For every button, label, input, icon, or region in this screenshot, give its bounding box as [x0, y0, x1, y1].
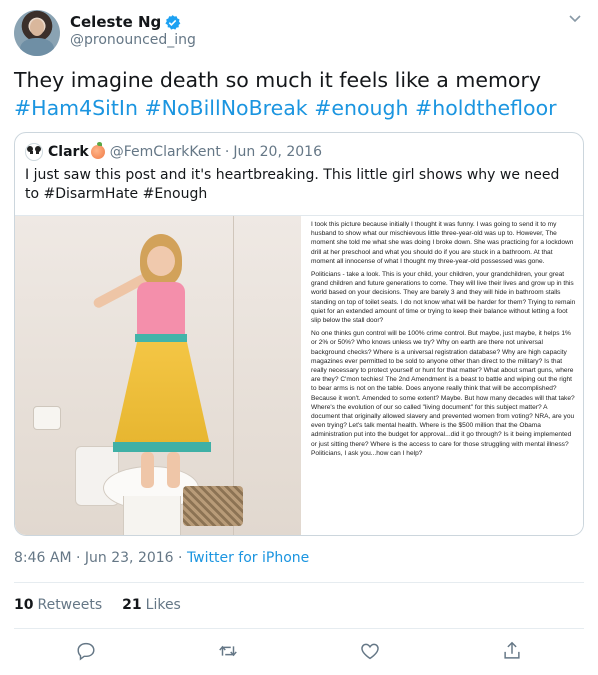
- hashtag-link[interactable]: #Ham4SitIn: [14, 96, 138, 120]
- quoted-author-handle: @FemClarkKent: [109, 144, 221, 160]
- screenshot-article-text: I took this picture because initially I …: [311, 220, 577, 534]
- peach-emoji-icon: [90, 142, 105, 159]
- quoted-tweet-media[interactable]: I took this picture because initially I …: [15, 215, 583, 535]
- tweet-date[interactable]: Jun 23, 2016: [85, 550, 174, 566]
- hashtag-link[interactable]: #NoBillNoBreak: [144, 96, 307, 120]
- toilet-paper-roll: [33, 406, 61, 430]
- share-icon[interactable]: [501, 640, 523, 662]
- article-paragraph: Politicians - take a look. This is your …: [311, 271, 576, 325]
- tweet-text-body: They imagine death so much it feels like…: [14, 68, 542, 92]
- quoted-author-name: Clark: [48, 144, 89, 160]
- tweet-header: Celeste Ng @pronounced_ing: [14, 10, 584, 56]
- retweet-icon[interactable]: [217, 640, 239, 662]
- verified-badge-icon: [165, 14, 181, 30]
- article-paragraph: I took this picture because initially I …: [311, 221, 574, 265]
- meta-separator: ·: [178, 550, 183, 566]
- quoted-date: Jun 20, 2016: [233, 144, 322, 160]
- tweet-text: They imagine death so much it feels like…: [14, 66, 584, 122]
- retweets-label: Retweets: [37, 597, 103, 613]
- article-paragraph: No one thinks gun control will be 100% c…: [311, 330, 575, 457]
- tweet-actions: [0, 640, 598, 666]
- avatar-shirt: [20, 38, 54, 56]
- quoted-tweet-card[interactable]: Clark @FemClarkKent · Jun 20, 2016 I jus…: [14, 132, 584, 536]
- reply-icon[interactable]: [75, 640, 97, 662]
- tweet-stats: 10 Retweets 21 Likes: [14, 597, 201, 613]
- likes-stat[interactable]: 21 Likes: [122, 597, 181, 613]
- author-handle[interactable]: @pronounced_ing: [70, 32, 196, 48]
- tweet-metadata: 8:46 AM · Jun 23, 2016 · Twitter for iPh…: [14, 550, 309, 566]
- girl-on-toilet-photo: [15, 216, 301, 535]
- retweets-stat[interactable]: 10 Retweets: [14, 597, 102, 613]
- tweet-time[interactable]: 8:46 AM: [14, 550, 72, 566]
- retweets-count: 10: [14, 597, 34, 613]
- chevron-down-icon[interactable]: [568, 14, 582, 24]
- likes-count: 21: [122, 597, 142, 613]
- author-name-row: Celeste Ng: [70, 13, 181, 31]
- meta-separator: ·: [76, 550, 81, 566]
- author-avatar[interactable]: [14, 10, 60, 56]
- quoted-tweet-text: I just saw this post and it's heartbreak…: [25, 167, 560, 202]
- avatar-face: [30, 19, 44, 36]
- hashtag-link[interactable]: #enough: [314, 96, 408, 120]
- quoted-tweet-header: Clark @FemClarkKent · Jun 20, 2016: [25, 142, 322, 161]
- like-icon[interactable]: [359, 640, 381, 662]
- divider: [14, 582, 584, 583]
- hashtag-link[interactable]: #holdthefloor: [415, 96, 557, 120]
- quoted-author-avatar: [25, 143, 43, 161]
- likes-label: Likes: [145, 597, 181, 613]
- tweet-source-link[interactable]: Twitter for iPhone: [187, 550, 309, 566]
- quoted-separator: ·: [224, 144, 230, 160]
- author-display-name[interactable]: Celeste Ng: [70, 13, 161, 31]
- divider: [14, 628, 584, 629]
